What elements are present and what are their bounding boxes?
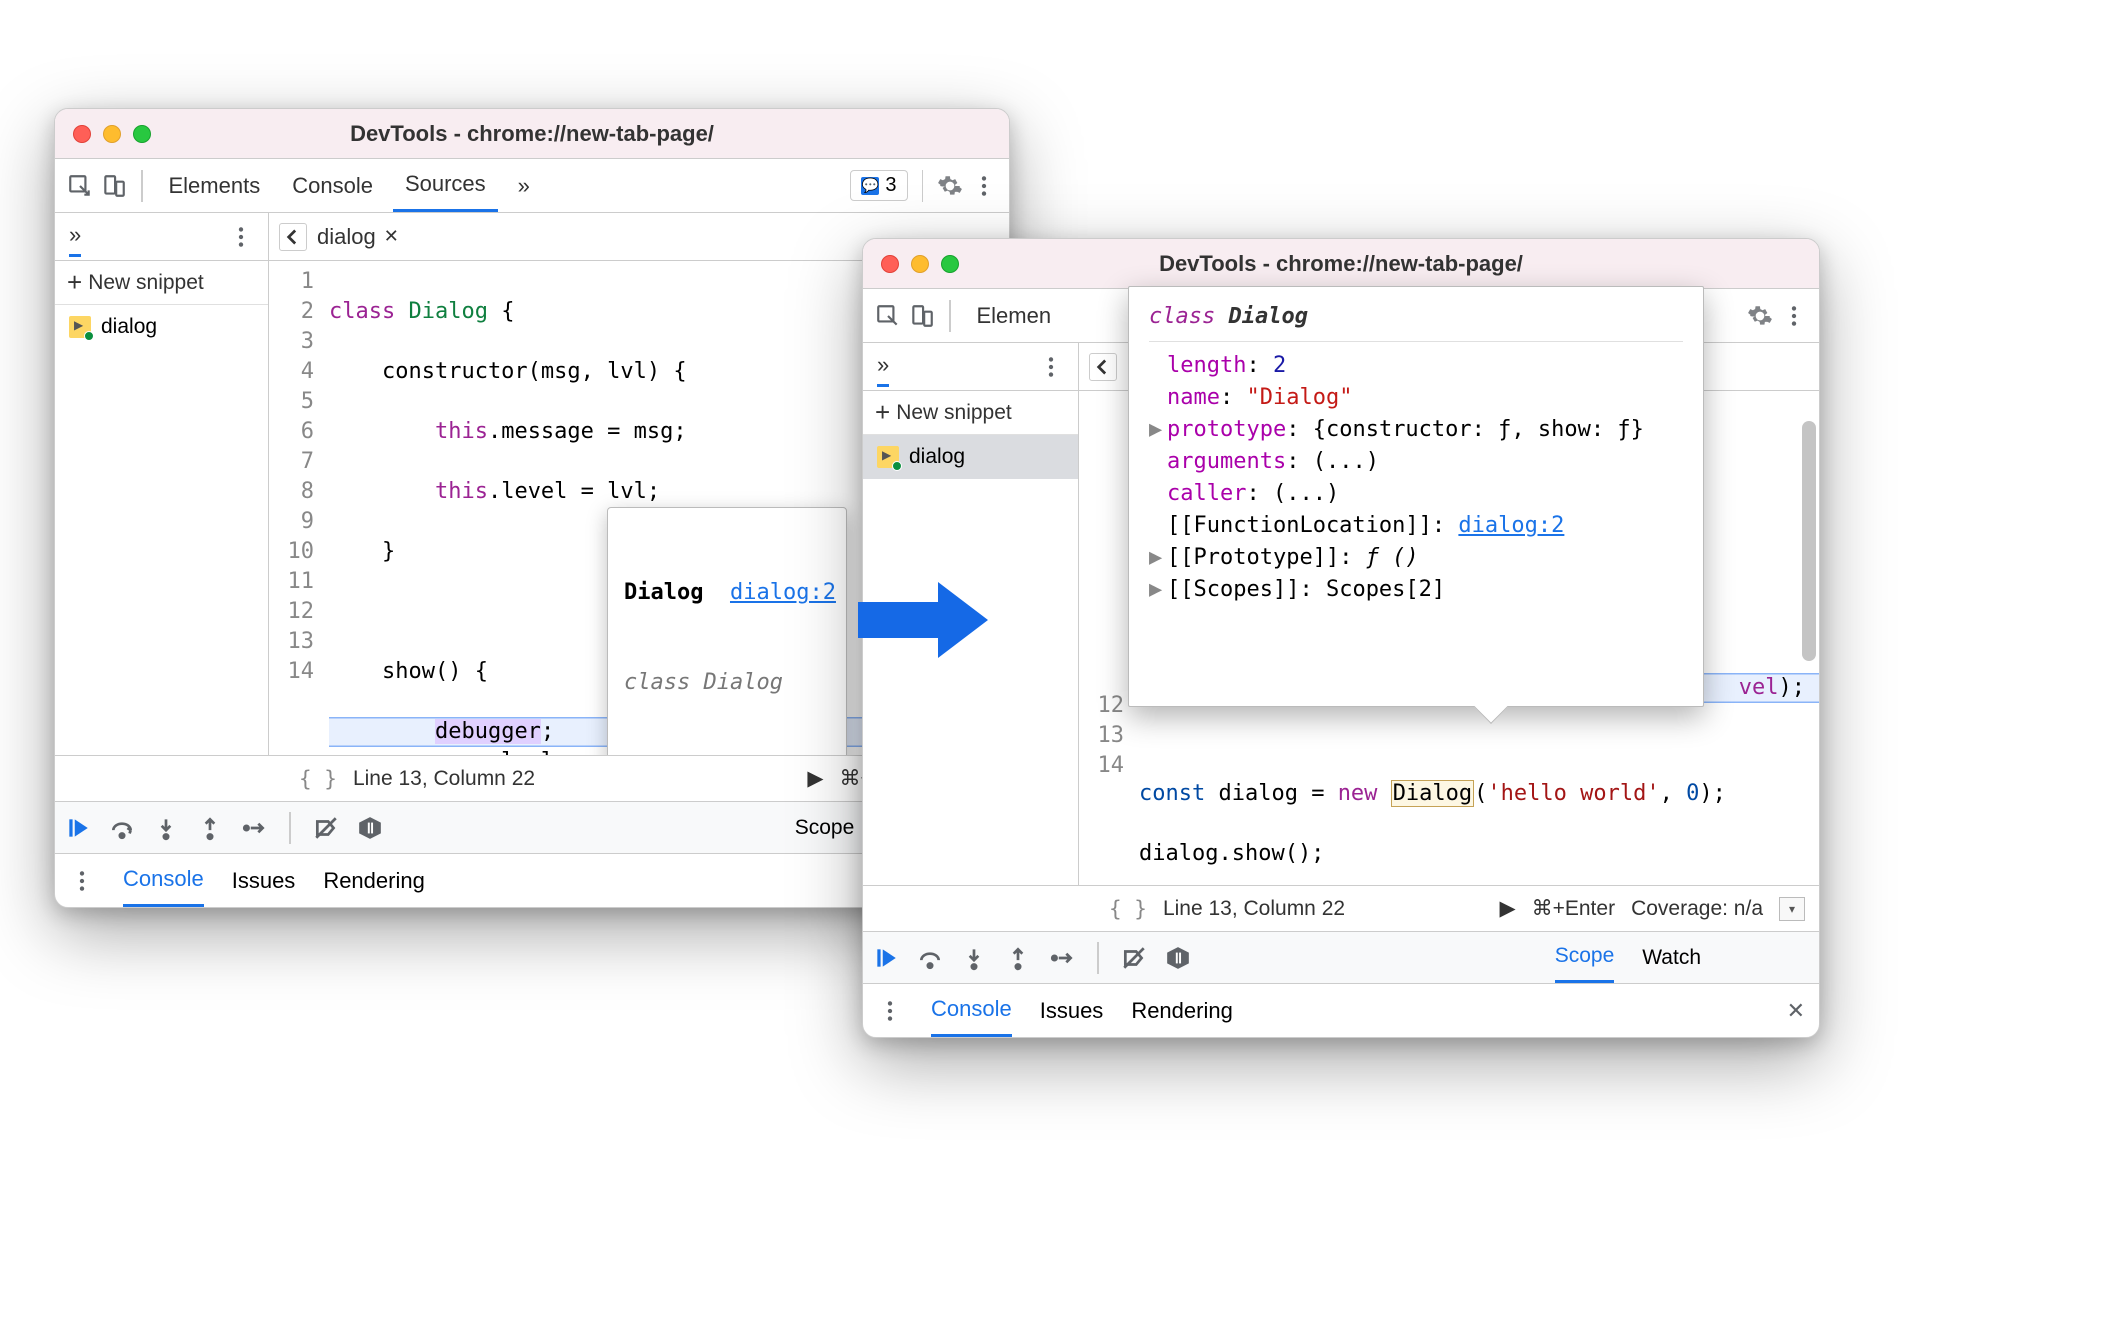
drawer-kebab-icon[interactable] [69, 868, 95, 894]
nav-back-icon[interactable] [1089, 353, 1117, 381]
tab-more[interactable]: » [506, 159, 542, 212]
new-snippet-button[interactable]: + New snippet [55, 261, 268, 305]
pause-exceptions-icon[interactable] [357, 815, 383, 841]
step-icon[interactable] [241, 815, 267, 841]
titlebar: DevTools - chrome://new-tab-page/ [863, 239, 1819, 289]
close-icon[interactable]: ✕ [1787, 998, 1805, 1024]
tab-elements-short[interactable]: Elemen [965, 289, 1064, 342]
coverage-dropdown-icon[interactable]: ▾ [1779, 897, 1805, 921]
navigator-tabs: » [863, 343, 1079, 390]
drawer-tab-console[interactable]: Console [931, 984, 1012, 1037]
line-gutter: 121314 [1079, 391, 1133, 885]
resume-icon[interactable] [873, 945, 899, 971]
step-into-icon[interactable] [961, 945, 987, 971]
drawer-tab-issues[interactable]: Issues [232, 854, 296, 907]
snippet-icon [69, 316, 91, 338]
traffic-minimize[interactable] [103, 125, 121, 143]
editor-statusbar: { } Line 13, Column 22 ▶ ⌘+Enter Coverag… [863, 885, 1819, 931]
expand-icon[interactable]: ▶ [1149, 542, 1167, 574]
pause-exceptions-icon[interactable] [1165, 945, 1191, 971]
navigator-more[interactable]: » [877, 352, 889, 387]
snippet-item-dialog[interactable]: dialog [55, 305, 268, 349]
cursor-position: Line 13, Column 22 [353, 767, 535, 791]
drawer-tab-rendering[interactable]: Rendering [1131, 984, 1233, 1037]
drawer-kebab-icon[interactable] [877, 998, 903, 1024]
navigator-kebab-icon[interactable] [228, 224, 254, 250]
hover-popup-small: Dialog dialog:2 class Dialog [607, 507, 847, 755]
close-icon[interactable]: ✕ [384, 226, 399, 247]
step-into-icon[interactable] [153, 815, 179, 841]
debugger-tab-scope[interactable]: Scope [795, 802, 855, 853]
step-out-icon[interactable] [197, 815, 223, 841]
window-title: DevTools - chrome://new-tab-page/ [863, 251, 1819, 277]
hover-popup-large: class Dialog length: 2 name: "Dialog" ▶p… [1128, 286, 1704, 707]
snippet-item-dialog[interactable]: dialog [863, 435, 1078, 479]
popup-link[interactable]: dialog:2 [730, 580, 836, 605]
device-mode-icon[interactable] [909, 303, 935, 329]
file-tab-dialog[interactable]: dialog ✕ [317, 224, 399, 250]
step-icon[interactable] [1049, 945, 1075, 971]
run-icon[interactable]: ▶ [807, 766, 823, 791]
traffic-close[interactable] [73, 125, 91, 143]
device-mode-icon[interactable] [101, 173, 127, 199]
traffic-zoom[interactable] [941, 255, 959, 273]
tab-sources[interactable]: Sources [393, 159, 498, 212]
snippet-item-label: dialog [101, 315, 157, 339]
file-tab-label: dialog [317, 224, 376, 250]
tab-elements[interactable]: Elements [157, 159, 273, 212]
nav-back-icon[interactable] [279, 223, 307, 251]
issues-badge[interactable]: 💬 3 [850, 170, 907, 201]
main-toolbar: Elements Console Sources » 💬 3 [55, 159, 1009, 213]
drawer-tab-rendering[interactable]: Rendering [323, 854, 425, 907]
new-snippet-label: New snippet [88, 271, 204, 295]
kebab-menu-icon[interactable] [971, 173, 997, 199]
gear-icon[interactable] [937, 173, 963, 199]
coverage-label: Coverage: n/a [1631, 897, 1763, 921]
expand-icon[interactable]: ▶ [1149, 414, 1167, 446]
traffic-close[interactable] [881, 255, 899, 273]
drawer-tabs: Console Issues Rendering ✕ [863, 983, 1819, 1037]
new-snippet-label: New snippet [896, 401, 1012, 425]
traffic-minimize[interactable] [911, 255, 929, 273]
step-over-icon[interactable] [109, 815, 135, 841]
cursor-position: Line 13, Column 22 [1163, 897, 1345, 921]
new-snippet-button[interactable]: + New snippet [863, 391, 1078, 435]
run-icon[interactable]: ▶ [1499, 896, 1515, 921]
snippets-sidebar: + New snippet dialog [55, 261, 269, 755]
expand-icon[interactable]: ▶ [1149, 574, 1167, 606]
step-out-icon[interactable] [1005, 945, 1031, 971]
cmd-enter-label: ⌘+Enter [1532, 896, 1615, 921]
transition-arrow [858, 580, 988, 660]
navigator-kebab-icon[interactable] [1038, 354, 1064, 380]
scrollbar-thumb[interactable] [1802, 421, 1816, 661]
tab-console[interactable]: Console [280, 159, 385, 212]
drawer-tab-console[interactable]: Console [123, 854, 204, 907]
inspect-icon[interactable] [67, 173, 93, 199]
gear-icon[interactable] [1747, 303, 1773, 329]
resume-icon[interactable] [65, 815, 91, 841]
drawer-tab-issues[interactable]: Issues [1040, 984, 1104, 1037]
debugger-toolbar: Scope Watch [863, 931, 1819, 983]
snippet-icon [877, 446, 899, 468]
issue-icon: 💬 [861, 177, 879, 195]
deactivate-breakpoints-icon[interactable] [313, 815, 339, 841]
navigator-tabs: » [55, 213, 269, 260]
window-title: DevTools - chrome://new-tab-page/ [55, 121, 1009, 147]
traffic-zoom[interactable] [133, 125, 151, 143]
debugger-tab-watch[interactable]: Watch [1642, 932, 1701, 983]
line-gutter: 1234567891011121314 [269, 261, 323, 755]
navigator-more[interactable]: » [69, 222, 81, 257]
inspect-icon[interactable] [875, 303, 901, 329]
step-over-icon[interactable] [917, 945, 943, 971]
snippet-item-label: dialog [909, 445, 965, 469]
popup-name: Dialog [624, 580, 703, 605]
issues-count: 3 [885, 174, 896, 197]
titlebar: DevTools - chrome://new-tab-page/ [55, 109, 1009, 159]
deactivate-breakpoints-icon[interactable] [1121, 945, 1147, 971]
debugger-tab-scope[interactable]: Scope [1555, 932, 1615, 983]
function-location-link[interactable]: dialog:2 [1458, 513, 1564, 538]
kebab-menu-icon[interactable] [1781, 303, 1807, 329]
